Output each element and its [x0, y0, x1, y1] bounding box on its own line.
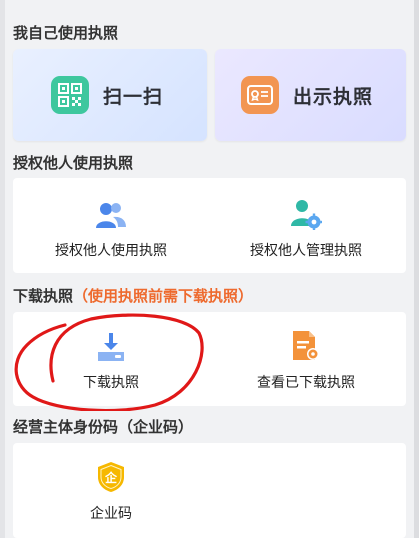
download-card: 下载执照 查看已下载执照 [13, 312, 406, 406]
download-title-text: 下载执照 [13, 287, 74, 305]
section-title-self: 我自己使用执照 [13, 24, 119, 42]
authorize-manage-button[interactable]: 授权他人管理执照 [211, 194, 401, 260]
scan-label: 扫一扫 [103, 85, 164, 108]
section-title-identity: 经营主体身份码（企业码） [13, 418, 194, 436]
shield-glyph: 企 [104, 470, 118, 485]
show-license-label: 出示执照 [293, 85, 374, 108]
download-note-text: （使用执照前需下载执照） [73, 287, 254, 305]
view-downloaded-label: 查看已下载执照 [257, 375, 355, 391]
document-view-icon [291, 326, 321, 362]
download-license-label: 下载执照 [83, 375, 139, 391]
license-card-icon [241, 76, 279, 114]
download-license-button[interactable]: 下载执照 [16, 326, 206, 392]
authorize-use-label: 授权他人使用执照 [55, 243, 167, 259]
shield-qi-icon: 企 [97, 457, 125, 493]
enterprise-code-button[interactable]: 企 企业码 [16, 457, 206, 523]
show-license-card[interactable]: 出示执照 [215, 49, 406, 141]
scrollbar-track[interactable] [414, 0, 419, 538]
license-menu-panel: 我自己使用执照 扫一扫 出示执照 授权他人使用执照 授权他人使用执照 授权他人管… [5, 0, 414, 538]
authorize-manage-label: 授权他人管理执照 [250, 243, 362, 259]
section-title-delegate: 授权他人使用执照 [13, 154, 134, 172]
user-gear-icon [290, 194, 322, 230]
download-tray-icon [97, 326, 125, 362]
view-downloaded-button[interactable]: 查看已下载执照 [211, 326, 401, 392]
authorize-use-button[interactable]: 授权他人使用执照 [16, 194, 206, 260]
enterprise-code-label: 企业码 [90, 506, 132, 522]
qr-code-icon [51, 76, 89, 114]
identity-card: 企 企业码 [13, 443, 406, 538]
delegate-card: 授权他人使用执照 授权他人管理执照 [13, 178, 406, 273]
section-title-download: 下载执照（使用执照前需下载执照） [13, 285, 253, 306]
scan-card[interactable]: 扫一扫 [13, 49, 207, 141]
users-icon [95, 194, 127, 230]
